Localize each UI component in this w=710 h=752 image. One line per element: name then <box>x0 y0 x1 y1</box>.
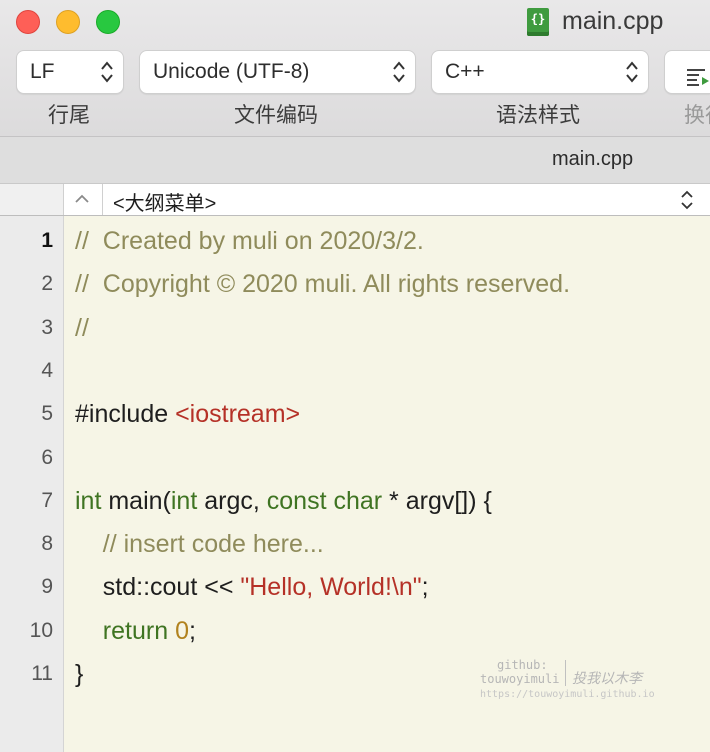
code-line: } <box>75 660 83 689</box>
code-line: // insert code here... <box>75 530 324 559</box>
line-ending-value: LF <box>30 60 55 83</box>
line-number: 1 <box>41 229 53 252</box>
code-token-plain: * argv[]) { <box>382 486 492 515</box>
close-window-button[interactable] <box>16 10 40 34</box>
code-token-string: "Hello, World!\n" <box>240 573 422 602</box>
watermark-divider <box>565 660 566 686</box>
line-number: 9 <box>41 575 53 599</box>
code-token-plain: argc, <box>197 486 267 515</box>
tab-bar: main.cpp <box>0 137 710 184</box>
code-token-keyword: int <box>75 486 102 515</box>
code-token-plain: ; <box>188 616 196 645</box>
window-toolbar: {} main.cpp LF 行尾 Unicode (UTF-8) 文件编码 C… <box>0 0 710 137</box>
code-token-keyword: const char <box>266 486 383 515</box>
watermark-github: github: <box>497 658 548 672</box>
navigation-bar: <大纲菜单> <box>0 184 710 216</box>
line-number-gutter: 1 2 3 4 5 6 7 8 9 10 11 <box>0 216 64 752</box>
chevron-updown-icon[interactable] <box>680 188 694 217</box>
code-line: // Copyright © 2020 muli. All rights res… <box>75 270 570 299</box>
encoding-label: 文件编码 <box>234 104 318 127</box>
line-number: 6 <box>41 445 53 469</box>
syntax-label: 语法样式 <box>496 104 580 127</box>
minimize-window-button[interactable] <box>56 10 80 34</box>
code-token-comment: // Copyright © 2020 muli. All rights res… <box>75 270 571 299</box>
encoding-popup[interactable]: Unicode (UTF-8) <box>139 50 416 94</box>
wrap-label: 换行 <box>684 104 710 127</box>
code-line: // Created by muli on 2020/3/2. <box>75 227 424 256</box>
code-line: // <box>75 314 89 343</box>
line-number: 2 <box>41 272 53 296</box>
chevron-updown-icon <box>391 59 407 85</box>
line-number: 10 <box>29 618 53 642</box>
zoom-window-button[interactable] <box>96 10 120 34</box>
watermark-signature: 投我以木李 <box>572 671 642 687</box>
outline-menu[interactable]: <大纲菜单> <box>113 187 216 216</box>
code-token-string: <iostream> <box>175 400 301 429</box>
line-number: 11 <box>31 662 53 685</box>
outline-up-button[interactable] <box>63 184 103 215</box>
watermark-url: https://touwoyimuli.github.io <box>480 689 655 700</box>
code-token-plain: ; <box>421 573 429 602</box>
wrap-lines-icon <box>685 61 710 103</box>
syntax-popup[interactable]: C++ <box>431 50 649 94</box>
code-token-comment: // Created by muli on 2020/3/2. <box>75 227 424 255</box>
code-token-keyword: return <box>102 616 169 645</box>
navigation-bar-spacer <box>0 184 64 215</box>
line-number: 4 <box>41 358 53 382</box>
encoding-value: Unicode (UTF-8) <box>153 60 310 83</box>
code-token-comment: // insert code here... <box>75 530 324 559</box>
code-line: int main(int argc, const char * argv[]) … <box>75 487 492 516</box>
code-token-comment: // <box>75 313 89 342</box>
code-line: #include <iostream> <box>75 400 300 429</box>
code-line: return 0; <box>75 617 196 646</box>
chevron-updown-icon <box>99 59 115 85</box>
wrap-button[interactable] <box>664 50 710 94</box>
line-number: 8 <box>41 532 53 556</box>
code-token-plain: std::cout << <box>75 573 241 602</box>
code-line: std::cout << "Hello, World!\n"; <box>75 573 429 602</box>
syntax-value: C++ <box>445 60 485 83</box>
code-token-number: 0 <box>175 616 189 645</box>
watermark-handle: touwoyimuli <box>480 672 560 686</box>
tab-main-cpp[interactable]: main.cpp <box>552 148 633 171</box>
code-token-plain: #include <box>75 400 176 429</box>
document-icon: {} <box>527 8 549 36</box>
code-token-plain: } <box>75 660 84 688</box>
line-number: 7 <box>41 488 53 512</box>
code-token-keyword: int <box>170 486 198 515</box>
chevron-updown-icon <box>624 59 640 85</box>
line-ending-label: 行尾 <box>48 104 90 127</box>
line-number: 5 <box>41 402 53 426</box>
code-token-plain: main( <box>101 486 171 515</box>
window-title: main.cpp <box>562 7 664 35</box>
line-number: 3 <box>41 315 53 339</box>
line-ending-popup[interactable]: LF <box>16 50 124 94</box>
